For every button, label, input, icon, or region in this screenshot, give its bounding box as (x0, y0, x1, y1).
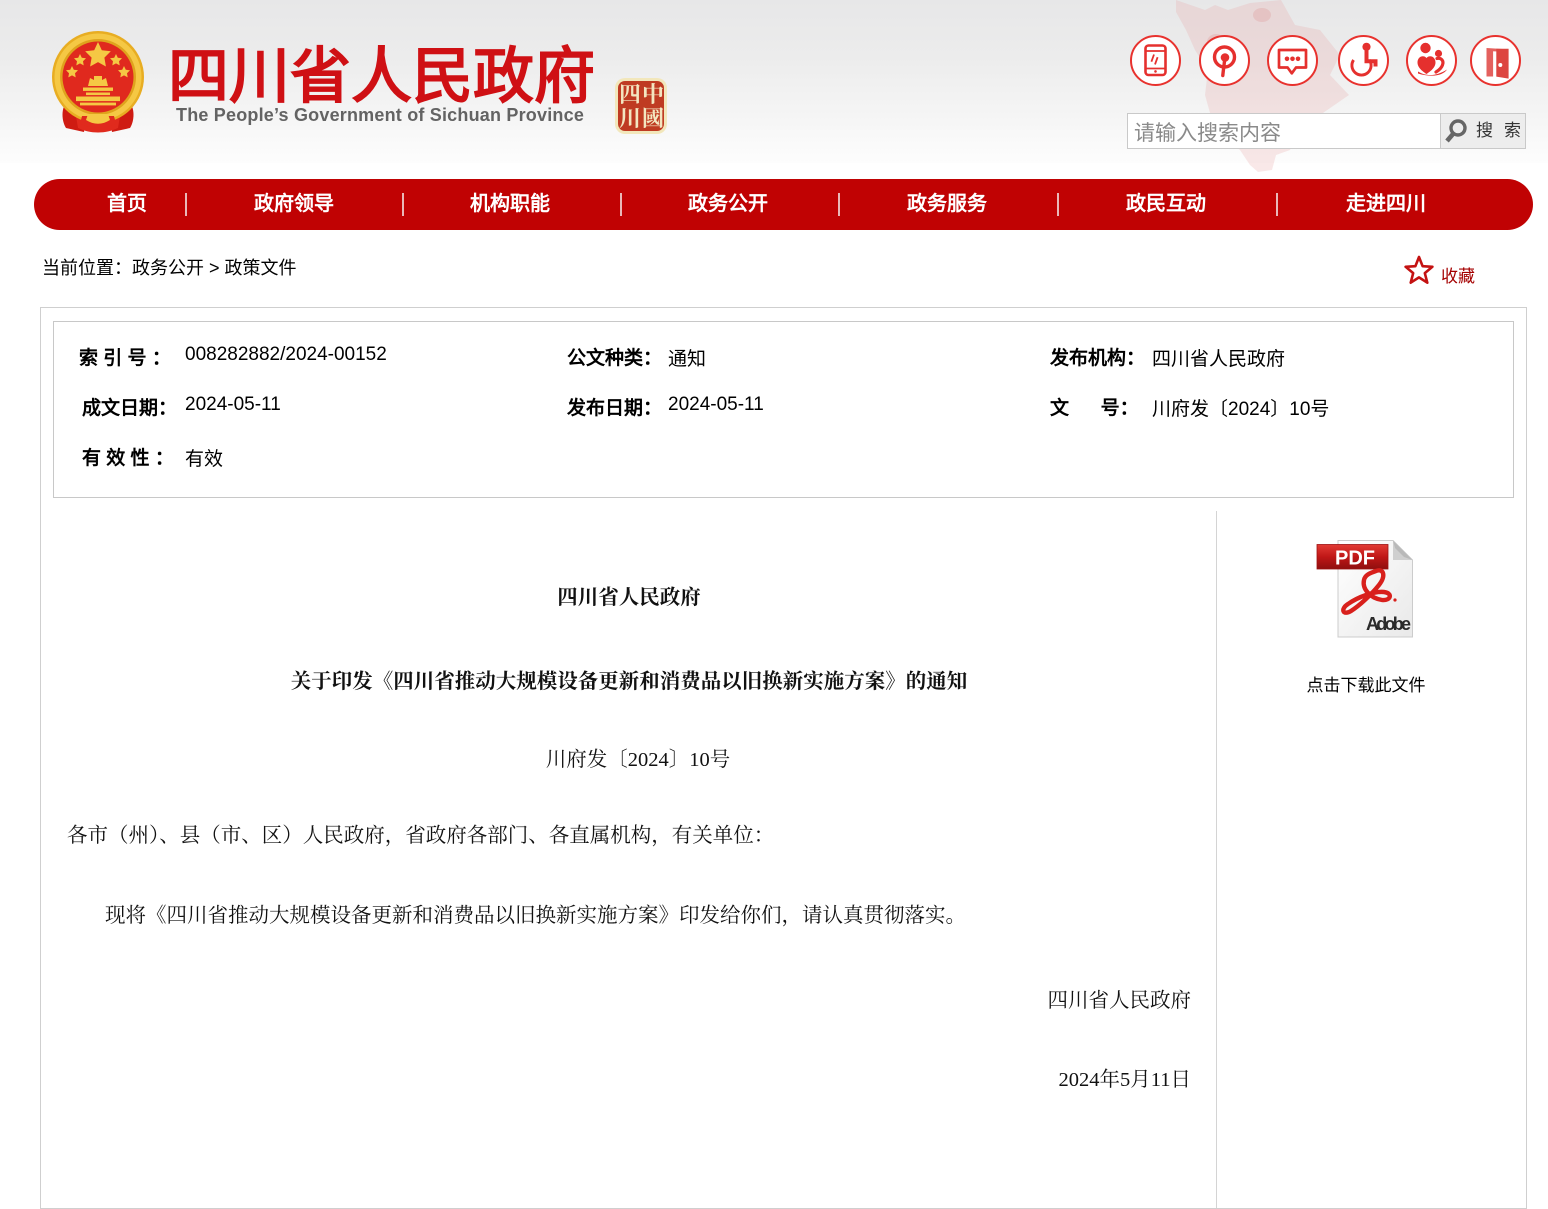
svg-text:國: 國 (642, 106, 664, 131)
svg-text:中: 中 (642, 82, 664, 107)
svg-text:四: 四 (619, 82, 641, 107)
svg-text:PDF: PDF (1335, 548, 1375, 570)
svg-text:川: 川 (619, 106, 641, 131)
svg-text:Adobe: Adobe (1366, 614, 1411, 634)
